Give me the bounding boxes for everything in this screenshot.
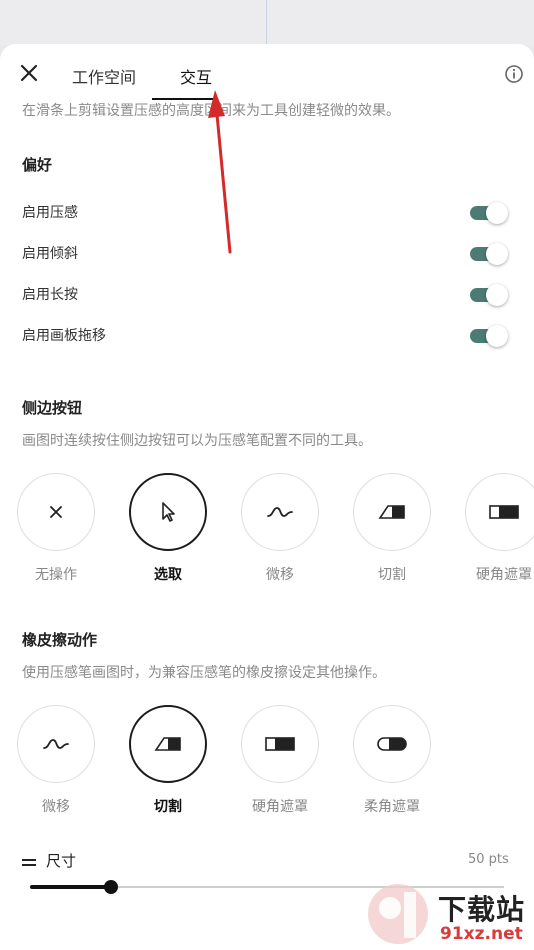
side-button-heading: 侧边按钮: [22, 399, 83, 417]
hard-mask-icon: [489, 505, 519, 519]
side-option-select[interactable]: [129, 473, 207, 551]
eraser-option-label: 微移: [42, 799, 70, 815]
eraser-option-soft-mask[interactable]: [353, 705, 431, 783]
pref-row-canvas-drag: 启用画板拖移: [0, 317, 534, 353]
tab-interaction[interactable]: 交互: [180, 64, 212, 88]
side-option-label: 无操作: [35, 567, 77, 583]
side-option-label: 切割: [378, 567, 406, 583]
eraser-option-label: 柔角遮罩: [364, 799, 420, 815]
pressure-toggle[interactable]: [470, 202, 508, 224]
eraser-option-cut[interactable]: [129, 705, 207, 783]
eraser-option-hard-mask[interactable]: [241, 705, 319, 783]
pref-label: 启用倾斜: [22, 246, 78, 262]
pref-label: 启用压感: [22, 205, 78, 221]
side-option-cut[interactable]: [353, 473, 431, 551]
soft-mask-icon: [377, 737, 407, 751]
size-lines-icon: [22, 859, 36, 867]
pref-label: 启用画板拖移: [22, 328, 106, 344]
pointer-icon: [162, 502, 175, 522]
pref-row-long-press: 启用长按: [0, 276, 534, 312]
side-option-label: 选取: [154, 567, 182, 583]
hard-mask-icon: [265, 737, 295, 751]
wave-icon: [43, 739, 69, 749]
side-option-none[interactable]: [17, 473, 95, 551]
side-option-nudge[interactable]: [241, 473, 319, 551]
background-canvas-strip: [0, 0, 534, 46]
long-press-toggle[interactable]: [470, 284, 508, 306]
preferences-heading: 偏好: [22, 156, 53, 174]
tilt-toggle[interactable]: [470, 243, 508, 265]
tab-workspace[interactable]: 工作空间: [72, 64, 136, 88]
eraser-option-nudge[interactable]: [17, 705, 95, 783]
x-icon: [50, 506, 62, 518]
canvas-drag-toggle[interactable]: [470, 325, 508, 347]
eraser-option-label: 切割: [154, 799, 182, 815]
canvas-guide-line: [266, 0, 267, 46]
side-option-hard-mask[interactable]: [465, 473, 534, 551]
eraser-action-description: 使用压感笔画图时，为兼容压感笔的橡皮擦设定其他操作。: [22, 665, 386, 681]
close-icon[interactable]: [18, 62, 40, 84]
pref-row-pressure: 启用压感: [0, 194, 534, 230]
info-icon[interactable]: [504, 64, 524, 84]
watermark-url: 91xz.net: [440, 924, 523, 944]
eraser-wedge-icon: [154, 737, 181, 751]
eraser-action-heading: 橡皮擦动作: [22, 631, 98, 649]
settings-sheet: 工作空间 交互 在滑条上剪辑设置压感的高度区间来为工具创建轻微的效果。 偏好 启…: [0, 44, 534, 950]
pref-row-tilt: 启用倾斜: [0, 235, 534, 271]
side-option-label: 微移: [266, 567, 294, 583]
size-label: 尺寸: [46, 852, 77, 870]
side-option-label: 硬角遮罩: [476, 567, 532, 583]
eraser-option-label: 硬角遮罩: [252, 799, 308, 815]
pref-label: 启用长按: [22, 287, 78, 303]
size-slider-fill: [30, 885, 111, 889]
eraser-wedge-icon: [378, 505, 405, 519]
size-slider-thumb[interactable]: [103, 880, 118, 894]
side-button-description: 画图时连续按住侧边按钮可以为压感笔配置不同的工具。: [22, 433, 372, 449]
size-value: 50 pts: [468, 852, 509, 867]
wave-icon: [267, 507, 293, 517]
watermark-text: 下载站: [438, 893, 526, 926]
intro-description: 在滑条上剪辑设置压感的高度区间来为工具创建轻微的效果。: [22, 103, 400, 119]
